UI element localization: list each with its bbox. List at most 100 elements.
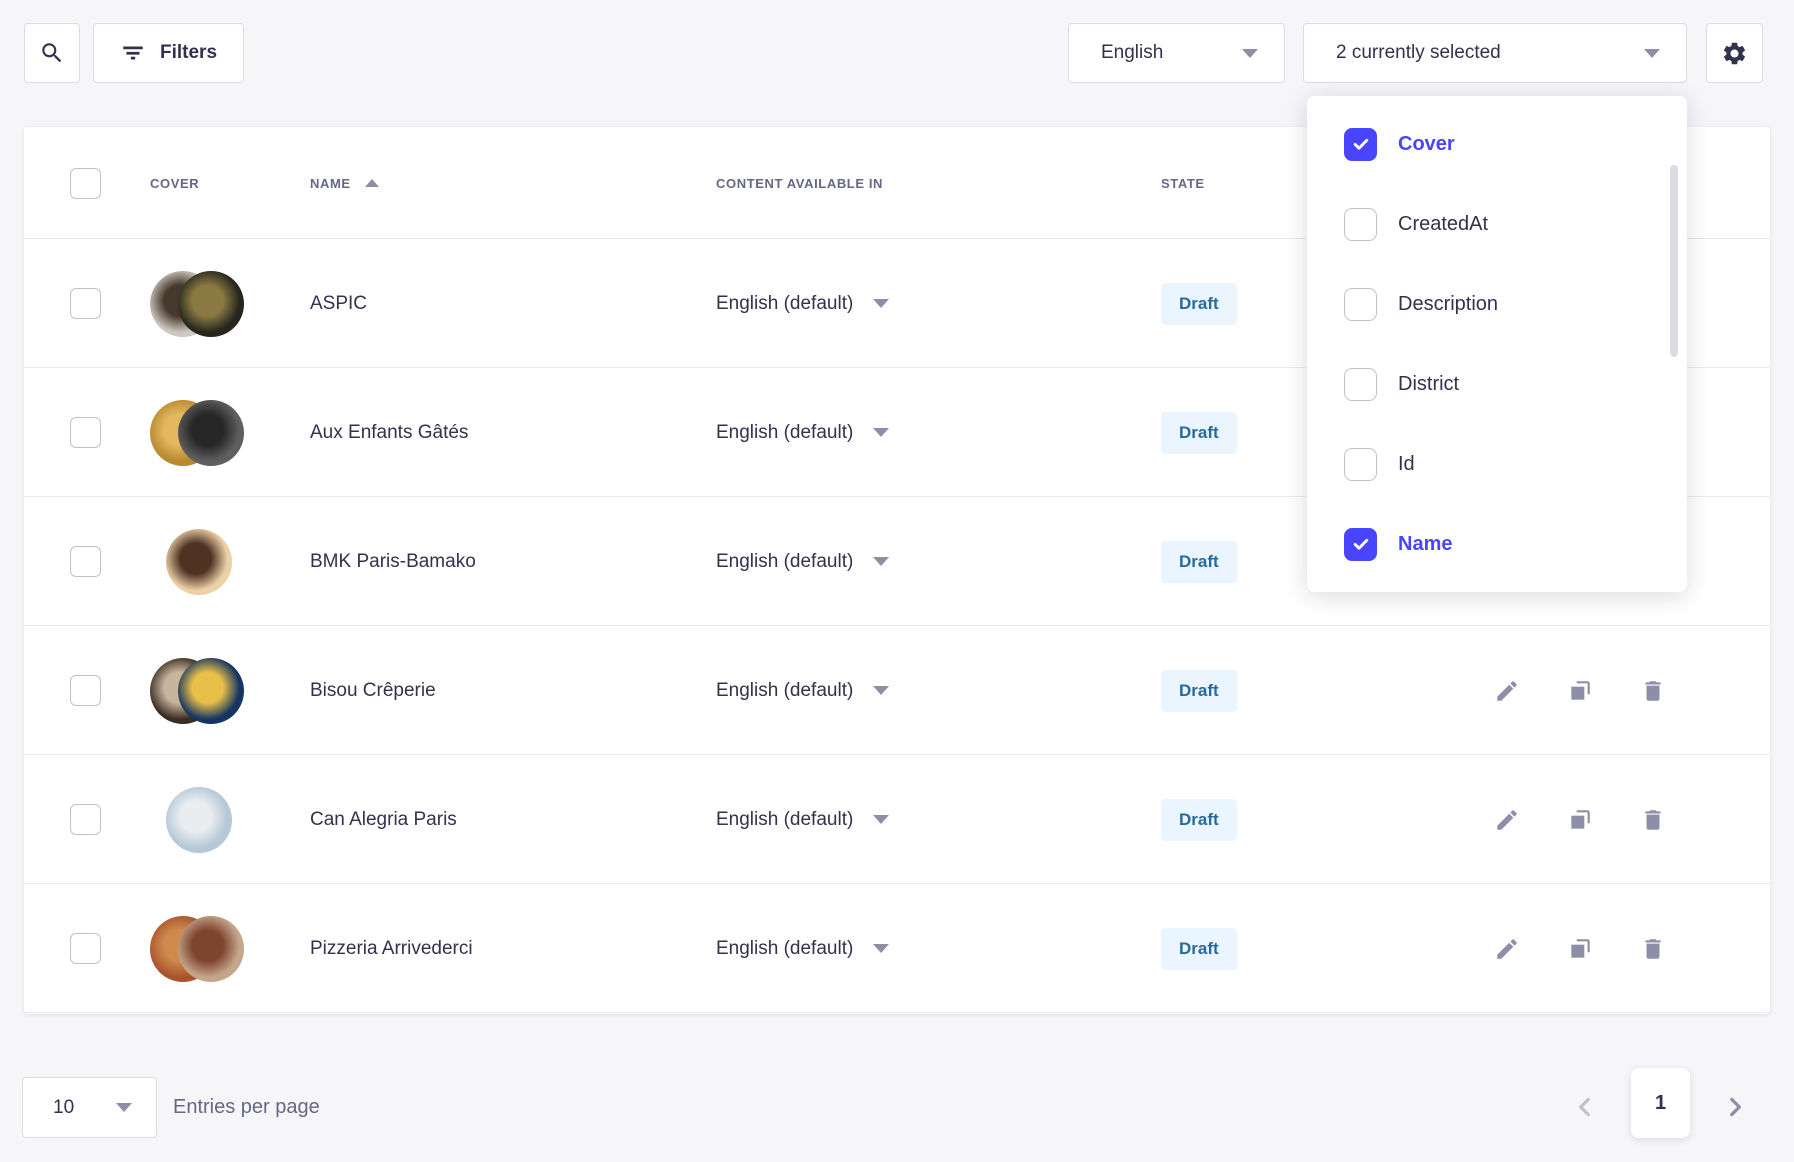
pencil-icon [1494,936,1520,962]
page-number: 1 [1655,1092,1666,1115]
delete-button[interactable] [1640,678,1666,704]
column-toggle-description[interactable]: Description [1307,264,1687,344]
cover-avatars [150,658,310,724]
entry-name: Can Alegria Paris [310,809,716,831]
column-toggle-district[interactable]: District [1307,344,1687,424]
columns-select[interactable]: 2 currently selected [1303,23,1687,83]
status-badge: Draft [1161,670,1237,712]
edit-button[interactable] [1494,678,1520,704]
filters-label: Filters [160,42,217,64]
chevron-down-icon [873,686,889,695]
check-icon [1351,534,1371,554]
cover-avatars [150,787,310,853]
duplicate-icon [1567,678,1593,704]
locale-value: English (default) [716,809,853,831]
previous-page-button[interactable] [1572,1094,1598,1120]
panel-scrollbar[interactable] [1670,165,1678,357]
settings-button[interactable] [1706,23,1763,83]
locale-dropdown[interactable]: English (default) [716,551,1148,573]
row-checkbox[interactable] [70,417,101,448]
row-checkbox[interactable] [70,675,101,706]
entries-per-page-label: Entries per page [173,1096,320,1119]
locale-value: English (default) [716,551,853,573]
column-checkbox[interactable] [1344,208,1377,241]
column-label: Name [1398,533,1452,556]
entry-name: BMK Paris-Bamako [310,551,716,573]
locale-dropdown[interactable]: English (default) [716,680,1148,702]
search-icon [39,40,65,66]
table-row: Pizzeria Arrivederci English (default) D… [24,884,1770,1013]
sort-ascending-icon [365,179,379,187]
filter-icon [120,40,146,66]
locale-dropdown[interactable]: English (default) [716,938,1148,960]
status-badge: Draft [1161,799,1237,841]
pencil-icon [1494,678,1520,704]
column-label: Description [1398,293,1498,316]
edit-button[interactable] [1494,936,1520,962]
locale-select[interactable]: English [1068,23,1285,83]
locale-select-value: English [1101,42,1163,64]
page-size-select[interactable]: 10 [22,1077,157,1138]
chevron-right-icon [1722,1094,1748,1120]
locale-dropdown[interactable]: English (default) [716,293,1148,315]
column-toggle-name[interactable]: Name [1307,504,1687,584]
header-content-available-in: CONTENT AVAILABLE IN [716,176,883,191]
entry-name: Aux Enfants Gâtés [310,422,716,444]
cover-avatars [150,916,310,982]
duplicate-button[interactable] [1567,936,1593,962]
column-checkbox[interactable] [1344,528,1377,561]
search-button[interactable] [24,23,80,83]
locale-value: English (default) [716,293,853,315]
row-checkbox[interactable] [70,288,101,319]
status-badge: Draft [1161,412,1237,454]
page-1-button[interactable]: 1 [1631,1068,1690,1138]
row-checkbox[interactable] [70,546,101,577]
duplicate-button[interactable] [1567,807,1593,833]
duplicate-icon [1567,807,1593,833]
row-checkbox[interactable] [70,804,101,835]
divider [24,1012,1770,1013]
cover-avatars [150,271,310,337]
duplicate-button[interactable] [1567,678,1593,704]
column-toggle-createdat[interactable]: CreatedAt [1307,184,1687,264]
trash-icon [1640,807,1666,833]
chevron-down-icon [873,299,889,308]
column-toggle-cover[interactable]: Cover [1307,104,1687,184]
entry-name: ASPIC [310,293,716,315]
locale-value: English (default) [716,938,853,960]
status-badge: Draft [1161,928,1237,970]
table-row: Can Alegria Paris English (default) Draf… [24,755,1770,884]
column-label: Cover [1398,133,1455,156]
delete-button[interactable] [1640,807,1666,833]
edit-button[interactable] [1494,807,1520,833]
column-checkbox[interactable] [1344,288,1377,321]
next-page-button[interactable] [1722,1094,1748,1120]
trash-icon [1640,936,1666,962]
filters-button[interactable]: Filters [93,23,244,83]
column-label: CreatedAt [1398,213,1488,236]
locale-dropdown[interactable]: English (default) [716,809,1148,831]
cover-avatar [166,529,232,595]
gear-icon [1721,40,1748,67]
locale-value: English (default) [716,680,853,702]
column-checkbox[interactable] [1344,128,1377,161]
locale-value: English (default) [716,422,853,444]
cover-avatar [178,400,244,466]
column-checkbox[interactable] [1344,368,1377,401]
header-state: STATE [1161,176,1205,191]
cover-avatar [178,658,244,724]
chevron-down-icon [116,1103,132,1112]
cover-avatar [178,916,244,982]
row-checkbox[interactable] [70,933,101,964]
trash-icon [1640,678,1666,704]
status-badge: Draft [1161,283,1237,325]
delete-button[interactable] [1640,936,1666,962]
column-toggle-id[interactable]: Id [1307,424,1687,504]
cover-avatar [166,787,232,853]
column-checkbox[interactable] [1344,448,1377,481]
entry-name: Bisou Crêperie [310,680,716,702]
select-all-checkbox[interactable] [70,168,101,199]
header-name[interactable]: NAME [310,176,351,191]
column-label: District [1398,373,1459,396]
locale-dropdown[interactable]: English (default) [716,422,1148,444]
